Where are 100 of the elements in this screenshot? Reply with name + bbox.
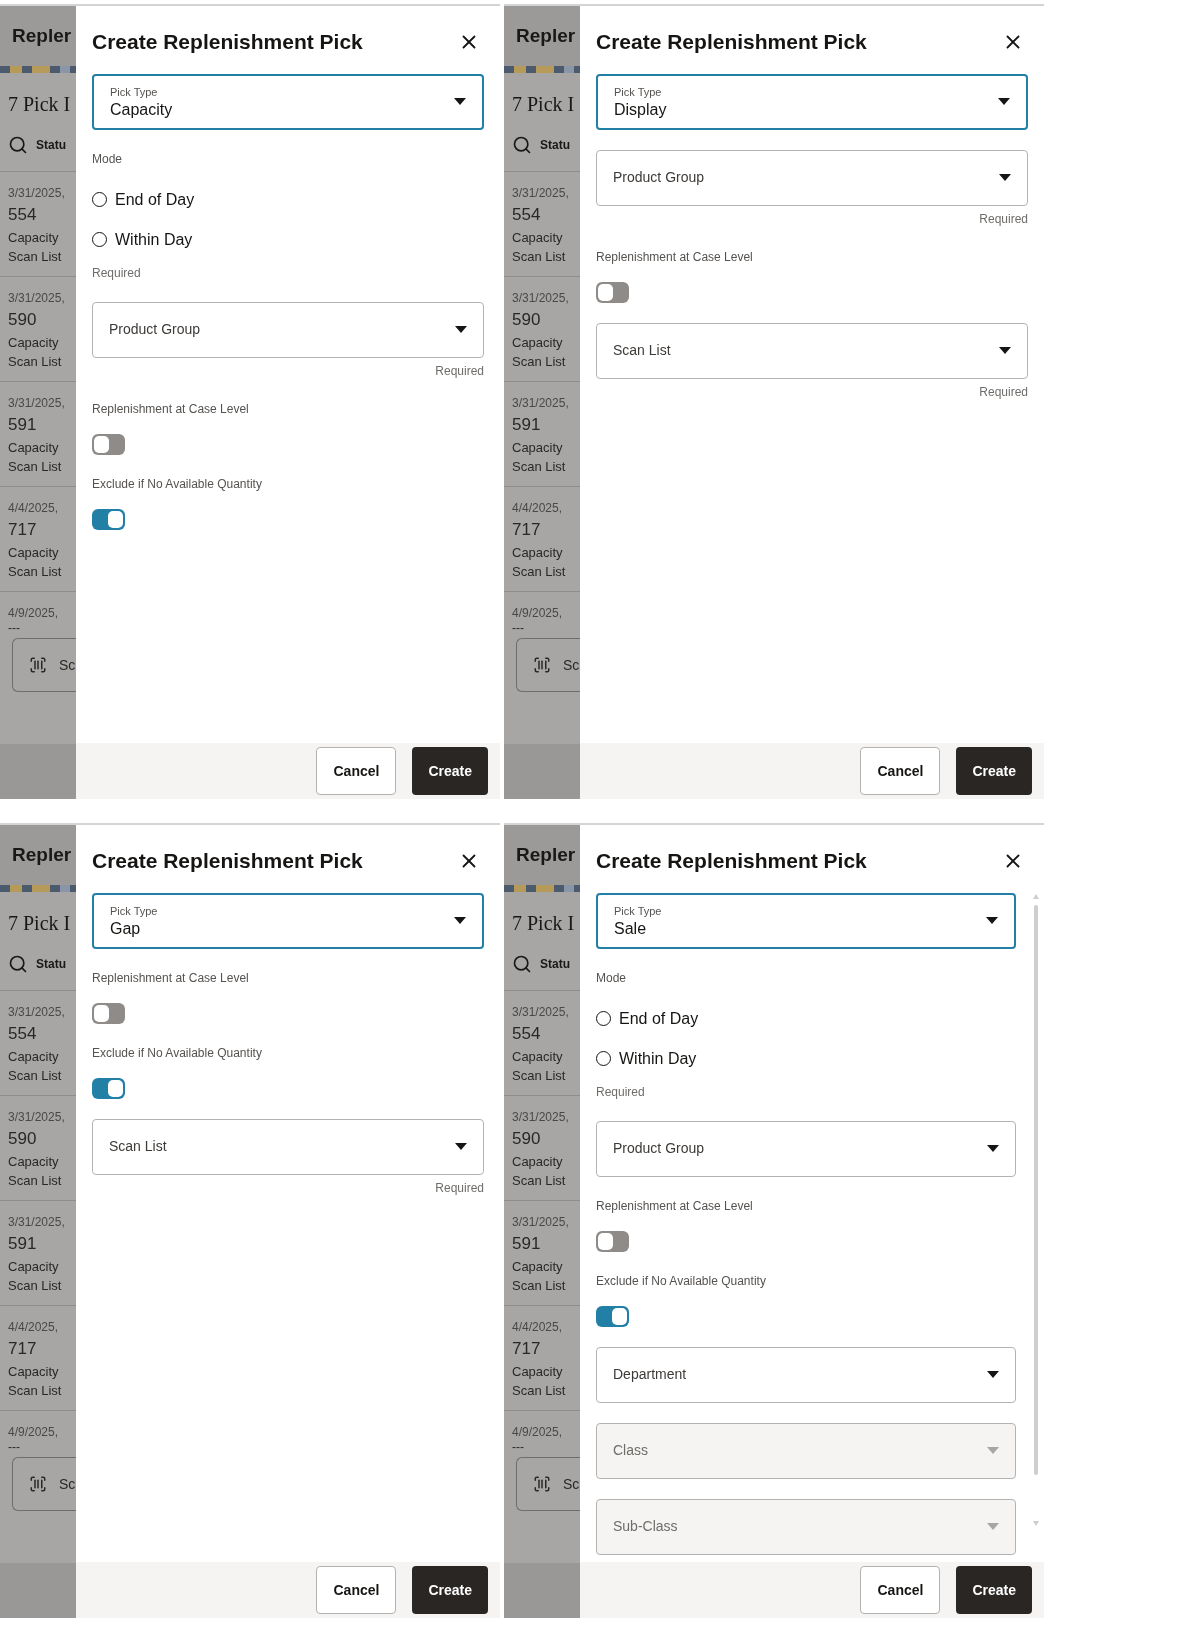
item-scan-list: Scan List bbox=[8, 247, 76, 267]
field-label: Exclude if No Available Quantity bbox=[92, 475, 263, 493]
page-heading: 7 Pick I bbox=[7, 911, 72, 936]
select-field[interactable]: Pick Type Capacity bbox=[92, 73, 484, 130]
item-date: 3/31/2025, bbox=[8, 1214, 66, 1231]
field-label: Product Group bbox=[109, 320, 201, 339]
item-number: 554 bbox=[512, 1023, 542, 1045]
caret-icon bbox=[986, 917, 998, 924]
status-filter[interactable]: Statu bbox=[36, 136, 66, 154]
toggle-switch[interactable] bbox=[92, 1077, 125, 1099]
toggle-switch[interactable] bbox=[92, 1002, 125, 1024]
item-date: 3/31/2025, bbox=[8, 1004, 66, 1021]
item-type: Capacity bbox=[8, 228, 60, 247]
status-filter[interactable]: Statu bbox=[540, 955, 570, 973]
item-number: 591 bbox=[512, 1233, 542, 1255]
create-button[interactable]: Create bbox=[956, 747, 1032, 795]
page-heading: 7 Pick I bbox=[511, 92, 576, 117]
select-field[interactable]: Product Group bbox=[596, 1120, 1016, 1177]
item-number: 591 bbox=[512, 414, 542, 436]
item-type: Capacity bbox=[512, 1257, 564, 1276]
field-label: Pick Type bbox=[110, 903, 158, 919]
caret-icon bbox=[999, 347, 1011, 354]
select-field[interactable]: Product Group bbox=[596, 149, 1028, 206]
required-note: Required bbox=[979, 210, 1028, 228]
item-number: --- bbox=[7, 1441, 21, 1453]
item-scan-list: Scan List bbox=[512, 457, 580, 477]
radio-option[interactable]: Within Day bbox=[596, 1038, 1016, 1079]
item-type: Capacity bbox=[8, 1257, 60, 1276]
item-date: 3/31/2025, bbox=[512, 1214, 570, 1231]
caret-icon bbox=[454, 98, 466, 105]
select-field[interactable]: Pick Type Gap bbox=[92, 892, 484, 949]
item-number: 590 bbox=[512, 309, 542, 331]
toggle-switch[interactable] bbox=[596, 281, 629, 303]
required-note: Required bbox=[435, 1179, 484, 1197]
item-type: Capacity bbox=[8, 543, 60, 562]
item-scan-list: Scan List bbox=[512, 1171, 580, 1191]
toggle-switch[interactable] bbox=[92, 433, 125, 455]
item-scan-list: Scan List bbox=[512, 1066, 580, 1086]
toggle-switch[interactable] bbox=[596, 1230, 629, 1252]
item-number: 590 bbox=[8, 309, 38, 331]
cancel-button[interactable]: Cancel bbox=[316, 747, 397, 795]
select-field[interactable]: Pick Type Sale bbox=[596, 892, 1016, 949]
item-number: 590 bbox=[8, 1128, 38, 1150]
field-label: Product Group bbox=[613, 168, 705, 187]
select-field[interactable]: Scan List bbox=[596, 322, 1028, 379]
field-label: Pick Type bbox=[614, 84, 663, 100]
item-date: 3/31/2025, bbox=[8, 290, 66, 307]
radio-option[interactable]: End of Day bbox=[596, 998, 1016, 1039]
search-icon[interactable] bbox=[512, 954, 532, 974]
item-type: Capacity bbox=[512, 333, 564, 352]
dialog-title: Create Replenishment Pick bbox=[596, 29, 867, 55]
cancel-button[interactable]: Cancel bbox=[316, 1566, 397, 1614]
caret-icon bbox=[987, 1371, 999, 1378]
item-number: --- bbox=[511, 622, 525, 634]
cancel-button[interactable]: Cancel bbox=[860, 1566, 941, 1614]
select-field[interactable]: Product Group bbox=[92, 301, 484, 358]
cancel-button[interactable]: Cancel bbox=[860, 747, 941, 795]
required-note: Required bbox=[979, 383, 1028, 401]
field-label: Scan List bbox=[613, 341, 671, 360]
item-number: 717 bbox=[512, 1338, 542, 1360]
create-button[interactable]: Create bbox=[956, 1566, 1032, 1614]
status-filter[interactable]: Statu bbox=[540, 136, 570, 154]
item-scan-list: Scan List bbox=[8, 457, 76, 477]
field-label: Mode bbox=[596, 969, 628, 987]
field-label: Department bbox=[613, 1365, 687, 1384]
item-type: Capacity bbox=[512, 438, 564, 457]
status-filter[interactable]: Statu bbox=[36, 955, 66, 973]
toggle-switch[interactable] bbox=[596, 1305, 629, 1327]
page-header: Repler bbox=[516, 23, 576, 48]
radio-option[interactable]: End of Day bbox=[92, 179, 484, 220]
field-value: Sale bbox=[614, 918, 648, 939]
required-note: Required bbox=[596, 1083, 646, 1101]
item-date: 4/9/2025, bbox=[511, 1424, 564, 1441]
item-type: Capacity bbox=[512, 543, 564, 562]
item-date: 4/4/2025, bbox=[512, 500, 564, 517]
select-field[interactable]: Pick Type Display bbox=[596, 73, 1028, 130]
item-number: 717 bbox=[512, 519, 542, 541]
page-header: Repler bbox=[12, 842, 72, 867]
page-heading: 7 Pick I bbox=[511, 911, 576, 936]
caret-icon bbox=[999, 174, 1011, 181]
select-field[interactable]: Scan List bbox=[92, 1118, 484, 1175]
item-type: Capacity bbox=[8, 1152, 60, 1171]
create-button[interactable]: Create bbox=[412, 1566, 488, 1614]
create-button[interactable]: Create bbox=[412, 747, 488, 795]
item-date: 3/31/2025, bbox=[512, 290, 570, 307]
radio-option[interactable]: Within Day bbox=[92, 219, 484, 260]
item-number: --- bbox=[511, 1441, 525, 1453]
search-icon[interactable] bbox=[8, 954, 28, 974]
field-label: Pick Type bbox=[110, 84, 159, 100]
item-scan-list: Scan List bbox=[8, 352, 76, 372]
search-icon[interactable] bbox=[512, 135, 532, 155]
caret-icon bbox=[454, 917, 466, 924]
item-date: 3/31/2025, bbox=[512, 1109, 570, 1126]
dialog-title: Create Replenishment Pick bbox=[92, 848, 363, 874]
search-icon[interactable] bbox=[8, 135, 28, 155]
item-date: 3/31/2025, bbox=[512, 1004, 570, 1021]
toggle-switch[interactable] bbox=[92, 508, 125, 530]
select-field[interactable]: Department bbox=[596, 1346, 1016, 1403]
item-number: --- bbox=[7, 622, 21, 634]
item-type: Capacity bbox=[8, 333, 60, 352]
